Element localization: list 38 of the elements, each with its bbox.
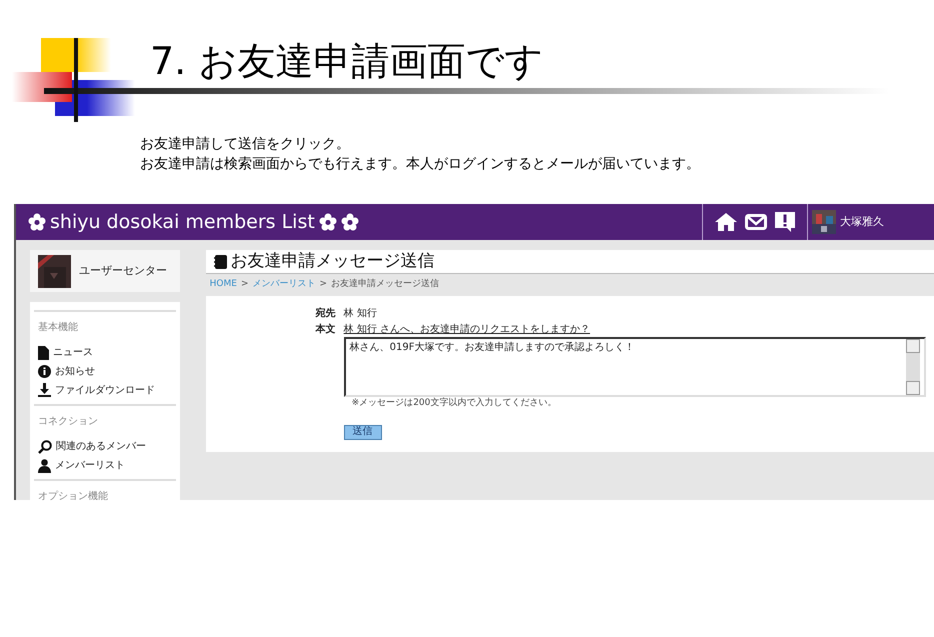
sidebar-item[interactable]: メンバーリスト (34, 456, 176, 475)
section-heading: 基本機能 (37, 320, 79, 335)
document-icon (38, 346, 49, 360)
home-icon[interactable] (715, 213, 737, 231)
download-icon (38, 383, 51, 398)
person-icon (38, 458, 51, 472)
mail-icon[interactable] (745, 214, 767, 230)
alert-icon[interactable] (775, 212, 795, 232)
sidebar-item[interactable]: ニュース (34, 343, 176, 362)
sidebar-item[interactable]: お知らせ (34, 362, 176, 381)
breadcrumb-text: > (320, 278, 328, 292)
submit-button[interactable]: 送信 (344, 424, 382, 440)
breadcrumb-text: > (240, 278, 249, 292)
flower-icon (28, 213, 46, 231)
section-heading: コネクション (37, 415, 99, 429)
info-icon (38, 365, 51, 378)
notebook-icon (214, 254, 227, 268)
site-title[interactable]: shiyu dosokai members List (50, 208, 315, 236)
page-title: お友達申請メッセージ送信 (230, 253, 435, 270)
request-prompt: 林 知行 さんへ、お友達申請のリクエストをしますか？ (344, 322, 592, 337)
recipient-name: 林 知行 (344, 306, 377, 320)
field-label: 本文 (314, 322, 336, 337)
slide-text: お友達申請して送信をクリック。 (140, 135, 351, 154)
message-textarea[interactable]: 林さん、019F大塚です。お友達申請しますので承認よろしく！ (344, 337, 926, 397)
sidebar-item[interactable]: ファイルダウンロード (34, 381, 176, 400)
user-center-label: ユーザーセンター (79, 262, 167, 279)
section-heading: オプション機能 (37, 490, 109, 500)
flower-icon (318, 213, 337, 231)
sidebar-item[interactable]: 関連のあるメンバー (34, 437, 176, 456)
user-name[interactable]: 大塚雅久 (840, 214, 884, 230)
input-note: ※メッセージは200文字以内で入力してください。 (350, 397, 558, 410)
search-icon (38, 440, 52, 454)
breadcrumb-text: お友達申請メッセージ送信 (331, 278, 440, 292)
slide-title: 7. お友達申請画面です (150, 42, 544, 80)
slide-text: お友達申請は検索画面からでも行えます。本人がログインするとメールが届いています。 (140, 155, 701, 174)
scrollbar[interactable] (906, 339, 920, 395)
field-label: 宛先 (314, 306, 336, 320)
flower-icon (340, 213, 359, 231)
